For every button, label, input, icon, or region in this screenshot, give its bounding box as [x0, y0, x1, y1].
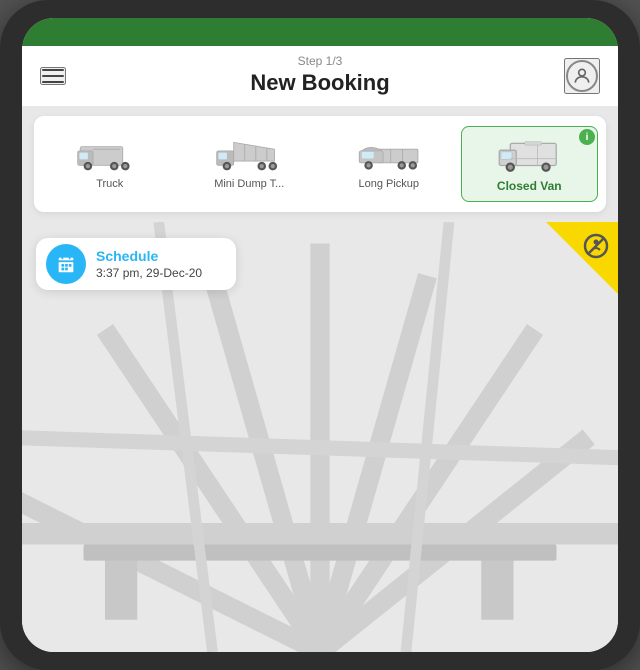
hamburger-icon: [42, 81, 64, 83]
status-bar: [22, 18, 618, 46]
hamburger-icon: [42, 69, 64, 71]
vehicle-label-closed-van: Closed Van: [497, 179, 562, 193]
hamburger-icon: [42, 75, 64, 77]
vehicle-label-long-pickup: Long Pickup: [358, 178, 419, 190]
schedule-card[interactable]: Schedule 3:37 pm, 29-Dec-20: [36, 238, 236, 290]
phone-screen: Step 1/3 New Booking: [22, 18, 618, 652]
corner-badge[interactable]: [546, 222, 618, 294]
page-title: New Booking: [250, 70, 389, 96]
step-label: Step 1/3: [298, 54, 343, 68]
vehicle-item-mini-dump[interactable]: Mini Dump T...: [182, 126, 318, 202]
vehicle-item-truck[interactable]: Truck: [42, 126, 178, 202]
profile-button[interactable]: [564, 58, 600, 94]
schedule-label: Schedule: [96, 248, 220, 264]
map-area: Schedule 3:37 pm, 29-Dec-20: [22, 222, 618, 652]
long-pickup-icon: [354, 132, 424, 174]
mini-dump-icon: [214, 132, 284, 174]
closed-van-icon: [494, 133, 564, 175]
vehicle-selector: Truck: [34, 116, 606, 212]
corner-badge-icon: [582, 232, 610, 266]
menu-button[interactable]: [40, 67, 66, 85]
vehicle-label-mini-dump: Mini Dump T...: [214, 178, 284, 190]
schedule-time: 3:37 pm, 29-Dec-20: [96, 266, 220, 280]
phone-frame: Step 1/3 New Booking: [0, 0, 640, 670]
info-badge: i: [579, 129, 595, 145]
vehicle-label-truck: Truck: [96, 178, 123, 190]
header: Step 1/3 New Booking: [22, 46, 618, 106]
vehicle-item-long-pickup[interactable]: Long Pickup: [321, 126, 457, 202]
calendar-icon: [46, 244, 86, 284]
profile-icon: [566, 60, 598, 92]
vehicle-item-closed-van[interactable]: i: [461, 126, 599, 202]
truck-icon: [75, 132, 145, 174]
